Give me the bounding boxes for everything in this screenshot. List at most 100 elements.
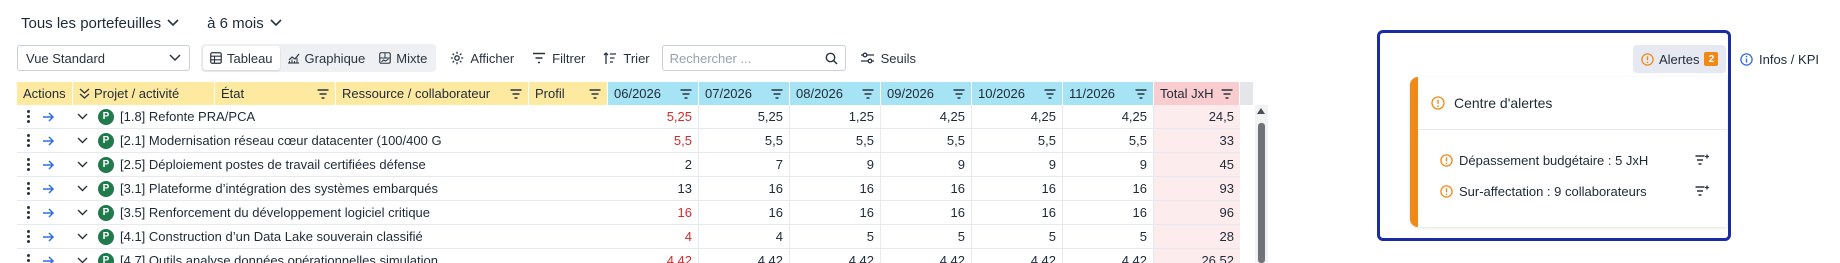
project-name[interactable]: [4.7] Outils analyse données opérationne… [120,253,438,263]
month-value-cell[interactable]: 13 [608,177,699,200]
month-value-cell[interactable]: 5,5 [972,129,1063,152]
month-value-cell[interactable]: 16 [608,201,699,224]
month-value-cell[interactable]: 5 [790,225,881,248]
month-value-cell[interactable]: 5,25 [608,105,699,128]
month-value-cell[interactable]: 7 [699,153,790,176]
col-project[interactable]: Projet / activité [73,82,215,105]
kebab-icon[interactable] [27,134,30,147]
filter-plus-icon[interactable] [1695,154,1710,166]
scroll-up-arrow-icon[interactable] [1257,108,1265,114]
kebab-icon[interactable] [27,158,30,171]
month-value-cell[interactable]: 5 [972,225,1063,248]
project-name[interactable]: [2.5] Déploiement postes de travail cert… [120,157,426,172]
month-value-cell[interactable]: 16 [1063,201,1154,224]
col-resource[interactable]: Ressource / collaborateur [336,82,529,105]
filter-icon[interactable] [510,88,522,99]
table-row[interactable]: P [4.1] Construction d’un Data Lake souve… [17,225,1240,249]
col-state[interactable]: État [215,82,336,105]
filter-icon[interactable] [953,88,965,99]
period-select[interactable]: à 6 mois [207,15,282,32]
month-value-cell[interactable]: 16 [699,201,790,224]
table-row[interactable]: P [3.1] Plateforme d’intégration des syst… [17,177,1240,201]
filter-button[interactable]: Filtrer [526,45,591,71]
col-month-1[interactable]: 06/2026 [608,82,699,105]
arrow-right-icon[interactable] [42,255,55,263]
chevron-down-icon[interactable] [77,209,88,216]
project-name[interactable]: [1.8] Refonte PRA/PCA [120,109,255,124]
kebab-icon[interactable] [27,230,30,243]
month-value-cell[interactable]: 16 [972,201,1063,224]
col-profile[interactable]: Profil [529,82,608,105]
sort-button[interactable]: Trier [597,45,655,71]
view-mode-chart[interactable]: Graphique [280,46,373,70]
month-value-cell[interactable]: 16 [972,177,1063,200]
month-value-cell[interactable]: 4,42 [699,249,790,263]
month-value-cell[interactable]: 4,42 [608,249,699,263]
filter-icon[interactable] [771,88,783,99]
display-button[interactable]: Afficher [444,45,520,71]
filter-icon[interactable] [1221,88,1233,99]
tab-info-kpi[interactable]: Infos / KPI [1740,45,1819,73]
month-value-cell[interactable]: 9 [881,153,972,176]
alert-item-overallocation[interactable]: Sur-affectation : 9 collaborateurs [1440,179,1710,203]
month-value-cell[interactable]: 4,42 [790,249,881,263]
month-value-cell[interactable]: 4,25 [1063,105,1154,128]
month-value-cell[interactable]: 4,25 [881,105,972,128]
scrollbar-thumb[interactable] [1258,123,1265,263]
month-value-cell[interactable]: 16 [881,201,972,224]
month-value-cell[interactable]: 5 [881,225,972,248]
month-value-cell[interactable]: 16 [790,201,881,224]
col-month-6[interactable]: 11/2026 [1063,82,1154,105]
filter-icon[interactable] [589,88,601,99]
filter-icon[interactable] [862,88,874,99]
filter-plus-icon[interactable] [1695,185,1710,197]
month-value-cell[interactable]: 9 [790,153,881,176]
chevron-down-icon[interactable] [77,185,88,192]
col-month-4[interactable]: 09/2026 [881,82,972,105]
month-value-cell[interactable]: 16 [790,177,881,200]
table-row[interactable]: P [3.5] Renforcement du développement log… [17,201,1240,225]
chevron-down-icon[interactable] [77,233,88,240]
month-value-cell[interactable]: 1,25 [790,105,881,128]
project-name[interactable]: [2.1] Modernisation réseau cœur datacent… [120,133,442,148]
filter-icon[interactable] [317,88,329,99]
view-mode-table[interactable]: Tableau [203,46,280,70]
col-month-2[interactable]: 07/2026 [699,82,790,105]
col-total[interactable]: Total JxH [1154,82,1240,105]
month-value-cell[interactable]: 9 [972,153,1063,176]
month-value-cell[interactable]: 4,42 [972,249,1063,263]
tab-alerts[interactable]: Alertes 2 [1633,45,1727,73]
filter-icon[interactable] [1044,88,1056,99]
arrow-right-icon[interactable] [42,231,55,242]
kebab-icon[interactable] [27,254,30,263]
arrow-right-icon[interactable] [42,183,55,194]
month-value-cell[interactable]: 5,25 [699,105,790,128]
month-value-cell[interactable]: 16 [699,177,790,200]
month-value-cell[interactable]: 2 [608,153,699,176]
arrow-right-icon[interactable] [42,111,55,122]
arrow-right-icon[interactable] [42,159,55,170]
filter-icon[interactable] [680,88,692,99]
month-value-cell[interactable]: 5,5 [608,129,699,152]
chevron-down-icon[interactable] [77,257,88,263]
table-row[interactable]: P [2.1] Modernisation réseau cœur datacen… [17,129,1240,153]
project-name[interactable]: [4.1] Construction d’un Data Lake souver… [120,229,423,244]
month-value-cell[interactable]: 16 [881,177,972,200]
portfolio-select[interactable]: Tous les portefeuilles [21,15,179,32]
vertical-scrollbar[interactable] [1255,105,1268,263]
search-icon[interactable] [825,52,838,65]
table-row[interactable]: P [2.5] Déploiement postes de travail cer… [17,153,1240,177]
month-value-cell[interactable]: 16 [1063,177,1154,200]
project-name[interactable]: [3.1] Plateforme d’intégration des systè… [120,181,438,196]
month-value-cell[interactable]: 4,42 [1063,249,1154,263]
month-value-cell[interactable]: 5,5 [881,129,972,152]
month-value-cell[interactable]: 4 [699,225,790,248]
month-value-cell[interactable]: 5,5 [699,129,790,152]
month-value-cell[interactable]: 4,25 [972,105,1063,128]
col-month-5[interactable]: 10/2026 [972,82,1063,105]
month-value-cell[interactable]: 4 [608,225,699,248]
chevron-down-icon[interactable] [77,161,88,168]
arrow-right-icon[interactable] [42,207,55,218]
month-value-cell[interactable]: 9 [1063,153,1154,176]
kebab-icon[interactable] [27,182,30,195]
